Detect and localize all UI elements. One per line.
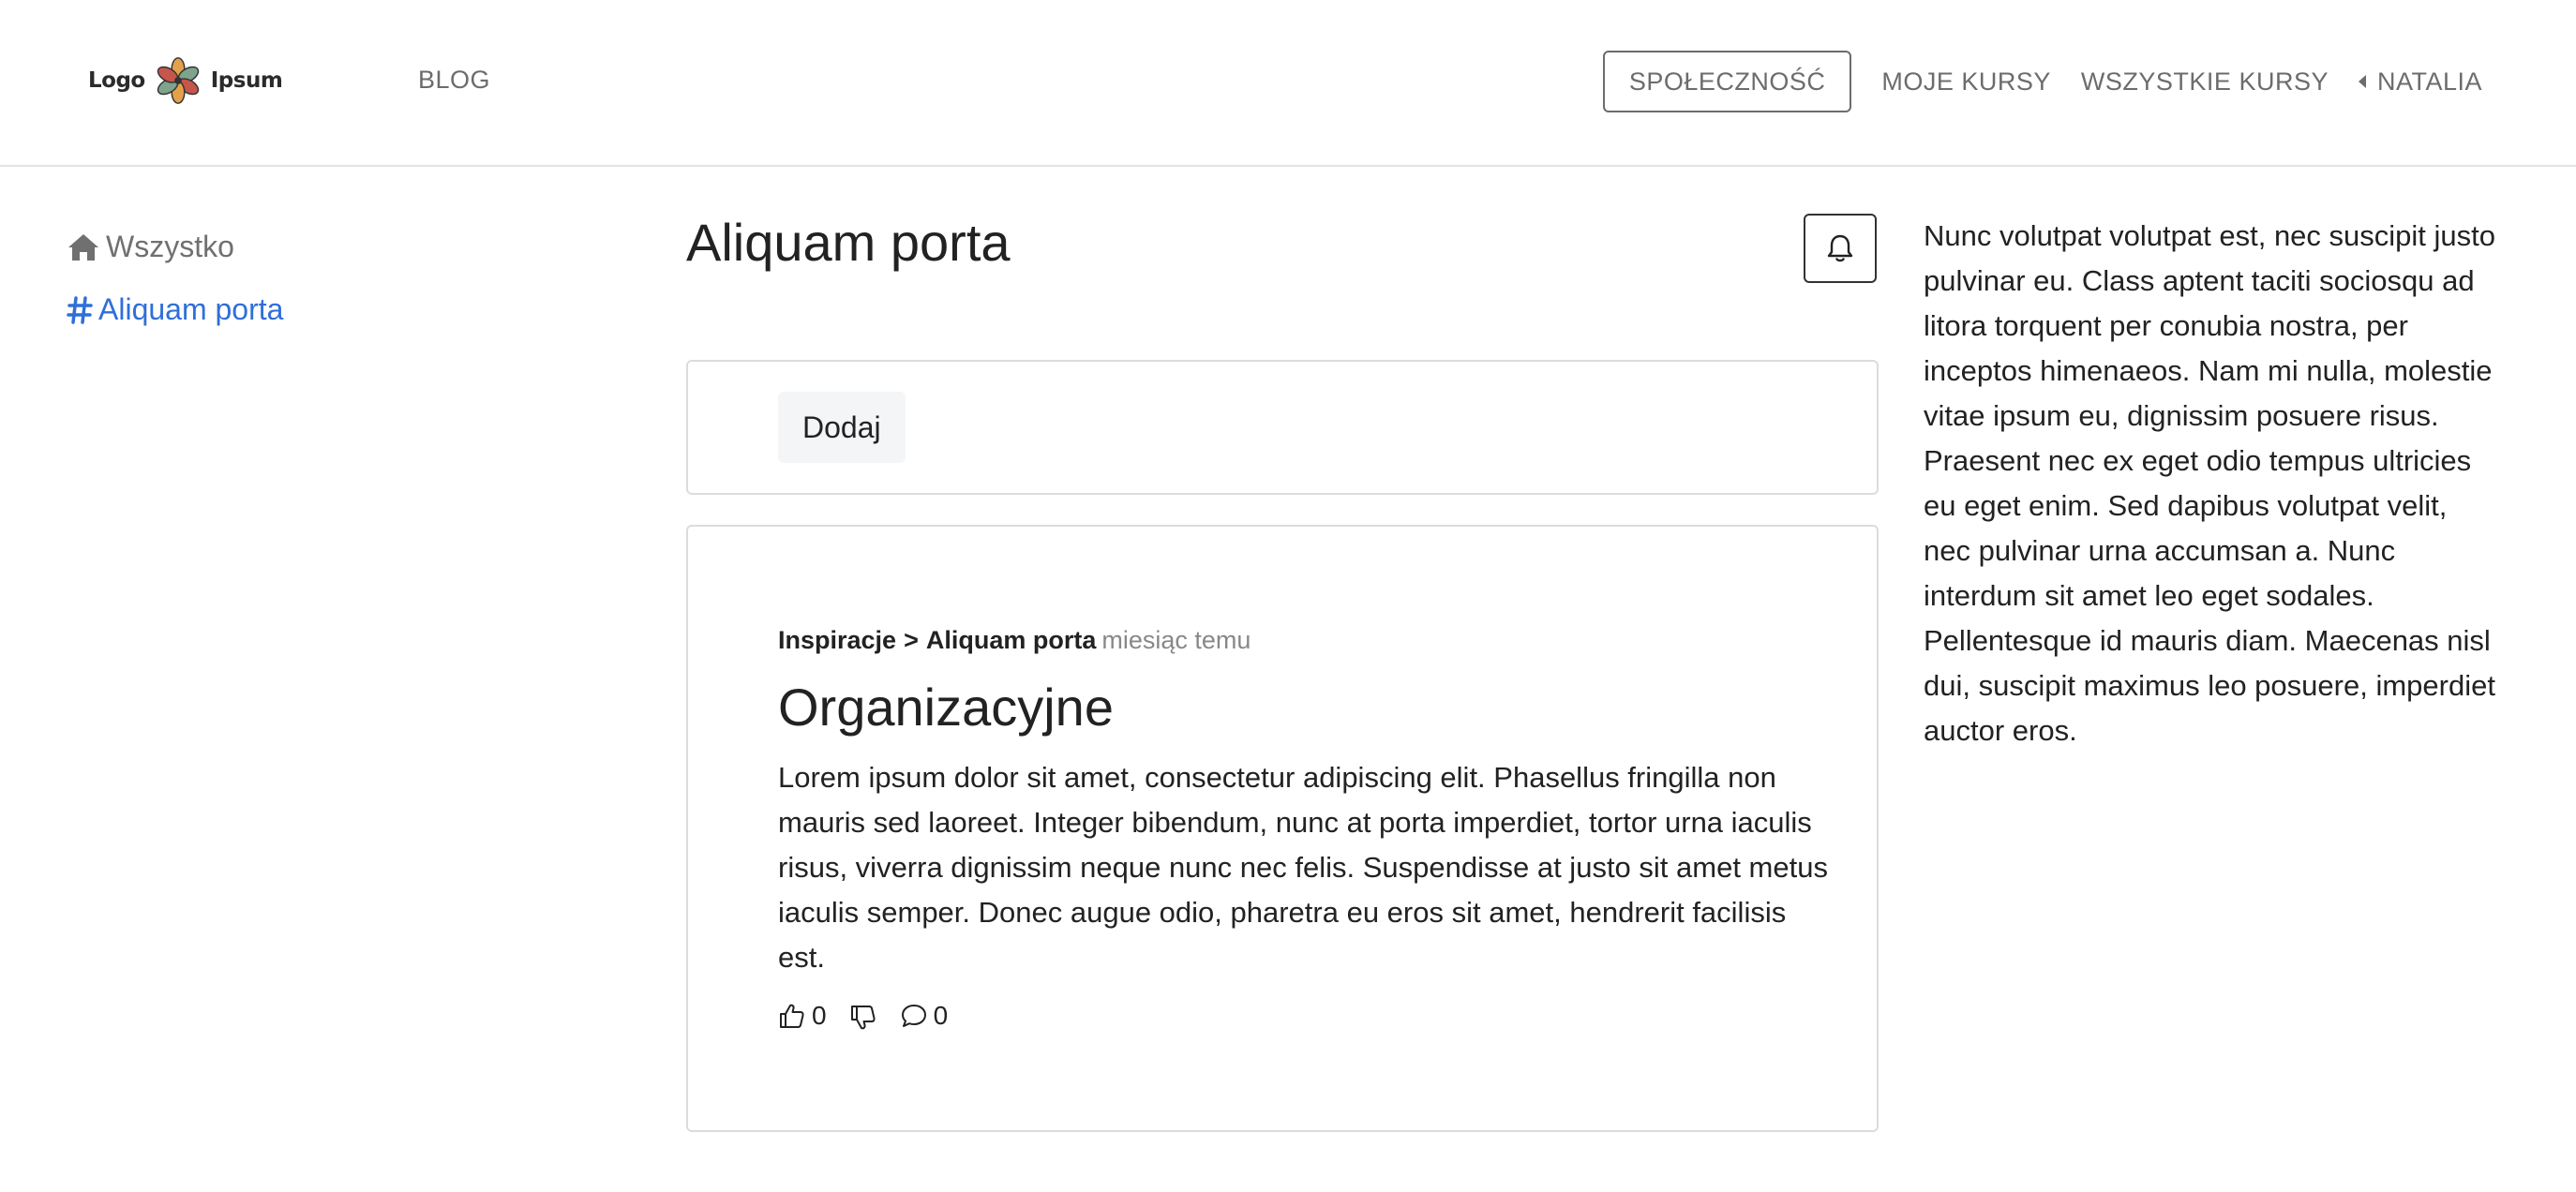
nav-community-button[interactable]: SPOŁECZNOŚĆ — [1602, 51, 1852, 112]
post-time: miesiąc temu — [1101, 626, 1251, 654]
logo-text-right: Ipsum — [210, 68, 283, 93]
comment-count: 0 — [933, 1001, 949, 1030]
hash-icon — [67, 295, 93, 325]
post-title[interactable]: Organizacyjne — [778, 677, 1114, 738]
sidebar: Wszystko Aliquam porta — [67, 230, 283, 355]
top-header: Logo Ipsum BLOG SPOŁECZNOŚĆ MOJE KURSY W… — [0, 0, 2576, 167]
like-count: 0 — [812, 1001, 827, 1030]
breadcrumb-separator: > — [904, 626, 919, 654]
sidebar-item-all[interactable]: Wszystko — [67, 230, 283, 264]
thumbs-up-icon — [780, 1004, 804, 1028]
post-card[interactable]: Inspiracje > Aliquam porta miesiąc temu Org… — [686, 525, 1879, 1132]
sidebar-description: Nunc volutpat volutpat est, nec suscipit… — [1924, 219, 2495, 747]
sidebar-item-aliquam-porta[interactable]: Aliquam porta — [67, 292, 283, 327]
user-menu[interactable]: NATALIA — [2358, 67, 2482, 97]
nav-blog[interactable]: BLOG — [418, 66, 490, 95]
dislike-button[interactable] — [849, 1002, 877, 1030]
sidebar-item-label: Wszystko — [106, 230, 234, 263]
add-button[interactable]: Dodaj — [778, 392, 906, 463]
sidebar-item-label: Aliquam porta — [98, 292, 284, 326]
logo-text-left: Logo — [88, 68, 145, 93]
post-channel[interactable]: Aliquam porta — [926, 626, 1097, 654]
caret-left-icon — [2358, 75, 2366, 88]
comments-button[interactable]: 0 — [900, 1001, 949, 1031]
nav-all-courses[interactable]: WSZYSTKIE KURSY — [2081, 67, 2329, 97]
main-nav: SPOŁECZNOŚĆ MOJE KURSY WSZYSTKIE KURSY N… — [1602, 49, 2482, 114]
post-actions: 0 0 — [778, 1001, 970, 1031]
bell-icon — [1827, 234, 1853, 262]
add-post-card: Dodaj — [686, 360, 1879, 495]
post-category[interactable]: Inspiracje — [778, 626, 896, 654]
flower-logo-icon — [157, 57, 199, 104]
notifications-button[interactable] — [1804, 214, 1877, 283]
logo[interactable]: Logo Ipsum — [88, 54, 283, 107]
like-button[interactable]: 0 — [778, 1001, 827, 1031]
user-name: NATALIA — [2376, 67, 2482, 96]
comment-icon — [901, 1005, 926, 1027]
thumbs-down-icon — [850, 1006, 876, 1030]
nav-my-courses[interactable]: MOJE KURSY — [1881, 67, 2051, 97]
post-body: Lorem ipsum dolor sit amet, consectetur … — [778, 761, 1828, 974]
home-icon — [67, 232, 100, 262]
page-title: Aliquam porta — [686, 213, 1011, 272]
post-meta: Inspiracje > Aliquam porta miesiąc temu — [778, 626, 1251, 655]
